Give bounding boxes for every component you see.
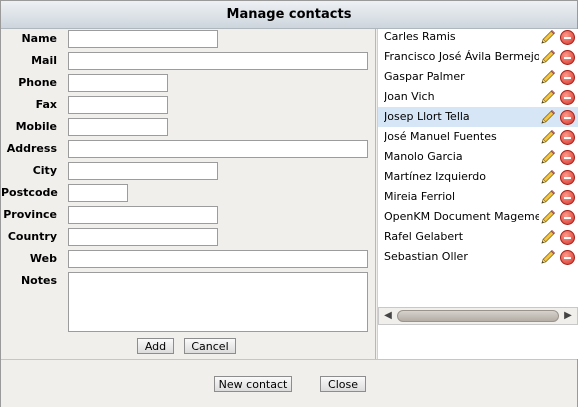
- contact-name[interactable]: Sebastian Oller: [384, 247, 539, 267]
- contact-name[interactable]: Rafel Gelabert: [384, 227, 539, 247]
- new-contact-button[interactable]: New contact: [214, 376, 292, 392]
- dialog-title: Manage contacts: [1, 1, 577, 29]
- phone-label: Phone: [18, 76, 57, 89]
- province-label: Province: [3, 208, 57, 221]
- cancel-button[interactable]: Cancel: [184, 338, 236, 354]
- contact-name[interactable]: Francisco José Ávila Bermejo: [384, 47, 539, 67]
- close-button[interactable]: Close: [320, 376, 366, 392]
- contact-name[interactable]: Josep Llort Tella: [384, 107, 539, 127]
- mobile-field[interactable]: [68, 118, 168, 136]
- delete-icon[interactable]: [560, 30, 575, 45]
- name-label: Name: [21, 32, 57, 45]
- contact-name[interactable]: Martínez Izquierdo: [384, 167, 539, 187]
- contact-row[interactable]: Manolo Garcia: [378, 147, 578, 167]
- name-field[interactable]: [68, 30, 218, 48]
- city-label: City: [32, 164, 57, 177]
- contact-row[interactable]: Sebastian Oller: [378, 247, 578, 267]
- fax-field[interactable]: [68, 96, 168, 114]
- delete-icon[interactable]: [560, 50, 575, 65]
- delete-icon[interactable]: [560, 250, 575, 265]
- delete-icon[interactable]: [560, 130, 575, 145]
- contact-row[interactable]: Joan Vich: [378, 87, 578, 107]
- postcode-label: Postcode: [1, 186, 58, 199]
- horizontal-scrollbar[interactable]: ◀ ▶: [378, 307, 578, 325]
- contact-name[interactable]: José Manuel Fuentes: [384, 127, 539, 147]
- contact-name[interactable]: Gaspar Palmer: [384, 67, 539, 87]
- city-field[interactable]: [68, 162, 218, 180]
- delete-icon[interactable]: [560, 190, 575, 205]
- delete-icon[interactable]: [560, 170, 575, 185]
- contact-row[interactable]: Martínez Izquierdo: [378, 167, 578, 187]
- pencil-icon[interactable]: [540, 169, 556, 185]
- fax-label: Fax: [35, 98, 57, 111]
- notes-textarea[interactable]: [68, 272, 368, 332]
- pencil-icon[interactable]: [540, 249, 556, 265]
- contact-name[interactable]: OpenKM Document Magement: [384, 207, 539, 227]
- pencil-icon[interactable]: [540, 189, 556, 205]
- web-field[interactable]: [68, 250, 368, 268]
- delete-icon[interactable]: [560, 110, 575, 125]
- contact-row[interactable]: Josep Llort Tella: [378, 107, 578, 127]
- address-field[interactable]: [68, 140, 368, 158]
- scroll-right-icon[interactable]: ▶: [561, 309, 575, 323]
- notes-label: Notes: [20, 274, 57, 287]
- contact-name[interactable]: Manolo Garcia: [384, 147, 539, 167]
- delete-icon[interactable]: [560, 150, 575, 165]
- contact-row[interactable]: Francisco José Ávila Bermejo: [378, 47, 578, 67]
- contacts-list: Carles Ramis Francisco José Ávila Bermejo…: [377, 29, 578, 359]
- mobile-label: Mobile: [15, 120, 57, 133]
- province-field[interactable]: [68, 206, 218, 224]
- delete-icon[interactable]: [560, 230, 575, 245]
- pencil-icon[interactable]: [540, 129, 556, 145]
- phone-field[interactable]: [68, 74, 168, 92]
- country-field[interactable]: [68, 228, 218, 246]
- contact-name[interactable]: Mireia Ferriol: [384, 187, 539, 207]
- address-label: Address: [6, 142, 57, 155]
- pencil-icon[interactable]: [540, 229, 556, 245]
- contact-row[interactable]: Gaspar Palmer: [378, 67, 578, 87]
- pencil-icon[interactable]: [540, 89, 556, 105]
- postcode-field[interactable]: [68, 184, 128, 202]
- scroll-thumb[interactable]: [397, 310, 559, 322]
- contact-name[interactable]: Joan Vich: [384, 87, 539, 107]
- contact-row[interactable]: Mireia Ferriol: [378, 187, 578, 207]
- pencil-icon[interactable]: [540, 149, 556, 165]
- pencil-icon[interactable]: [540, 209, 556, 225]
- delete-icon[interactable]: [560, 90, 575, 105]
- contact-row[interactable]: OpenKM Document Magement: [378, 207, 578, 227]
- pencil-icon[interactable]: [540, 49, 556, 65]
- dialog-footer: New contact Close: [1, 359, 577, 407]
- contact-row[interactable]: Carles Ramis: [378, 27, 578, 47]
- pencil-icon[interactable]: [540, 69, 556, 85]
- delete-icon[interactable]: [560, 70, 575, 85]
- pencil-icon[interactable]: [540, 29, 556, 45]
- contact-name[interactable]: Carles Ramis: [384, 27, 539, 47]
- web-label: Web: [29, 252, 57, 265]
- delete-icon[interactable]: [560, 210, 575, 225]
- mail-label: Mail: [31, 54, 57, 67]
- mail-field[interactable]: [68, 52, 368, 70]
- scroll-left-icon[interactable]: ◀: [381, 309, 395, 323]
- contact-row[interactable]: Rafel Gelabert: [378, 227, 578, 247]
- country-label: Country: [7, 230, 57, 243]
- contact-form: Name Mail Phone Fax Mobile Address City: [1, 29, 376, 359]
- manage-contacts-dialog: Manage contacts Name Mail Phone Fax Mobi…: [0, 0, 578, 407]
- contact-row[interactable]: José Manuel Fuentes: [378, 127, 578, 147]
- pencil-icon[interactable]: [540, 109, 556, 125]
- add-button[interactable]: Add: [137, 338, 174, 354]
